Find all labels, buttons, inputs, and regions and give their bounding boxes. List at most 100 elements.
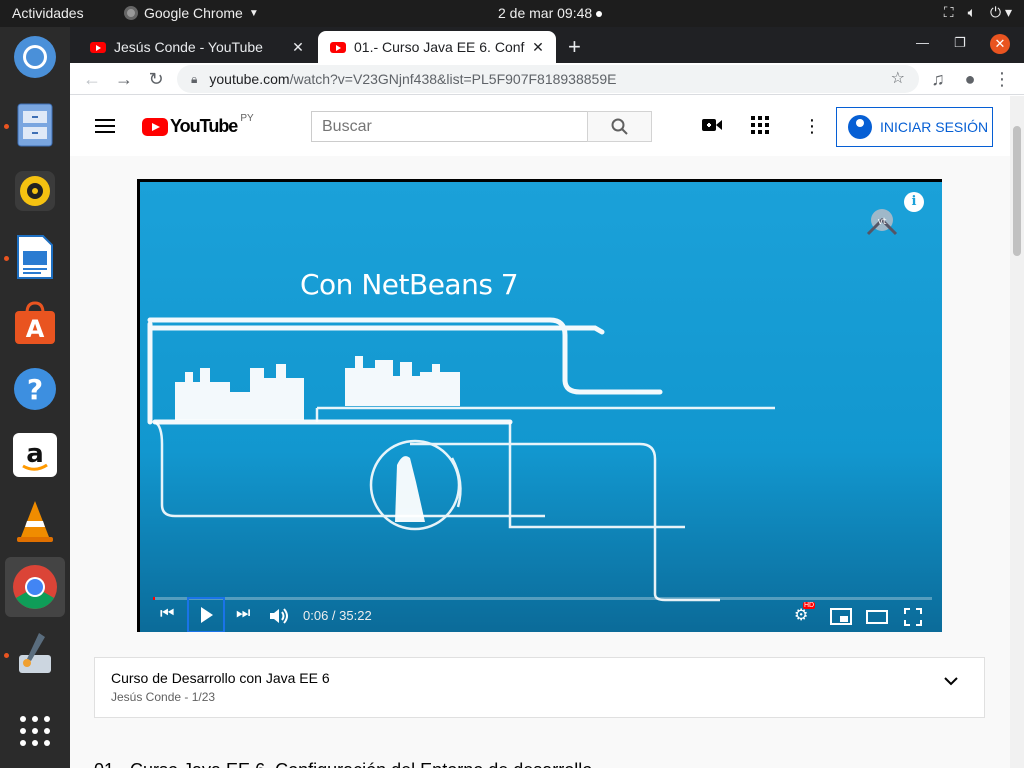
help-launcher[interactable]: ? (11, 365, 59, 413)
volume-icon[interactable] (268, 606, 290, 626)
next-icon[interactable]: ⏭︎ (236, 605, 250, 623)
chrome-launcher[interactable] (5, 557, 65, 617)
chevron-down-icon[interactable] (944, 676, 958, 686)
traffic-cone-icon (17, 501, 53, 542)
play-button[interactable] (187, 597, 225, 632)
tab-strip: Jesús Conde - YouTube ✕ 01.- Curso Java … (70, 27, 1024, 63)
app-menu[interactable]: Google Chrome ▼ (124, 5, 259, 21)
close-tab-icon[interactable]: ✕ (528, 39, 548, 56)
tab-title: 01.- Curso Java EE 6. Conf (354, 39, 525, 55)
apps-grid-icon[interactable] (751, 116, 769, 139)
progress-bar[interactable] (153, 597, 932, 600)
speaker-icon (15, 171, 55, 211)
help-icon: ? (14, 368, 56, 410)
document-icon (17, 235, 53, 279)
video-artwork (147, 317, 775, 602)
chrome-window: Jesús Conde - YouTube ✕ 01.- Curso Java … (70, 27, 1024, 768)
gimp-launcher[interactable] (11, 629, 59, 677)
hamburger-menu-icon[interactable] (95, 119, 115, 137)
shopping-bag-icon: A (15, 301, 55, 344)
theater-mode-icon[interactable] (866, 609, 888, 625)
playlist-title: Curso de Desarrollo con Java EE 6 (111, 670, 330, 686)
play-icon (201, 607, 213, 623)
running-indicator (4, 653, 9, 658)
url-host: youtube.com (209, 71, 290, 87)
fullscreen-icon[interactable] (904, 608, 922, 626)
rhythmbox-launcher[interactable] (11, 167, 59, 215)
amazon-icon: a (13, 433, 57, 477)
running-indicator (4, 256, 9, 261)
previous-icon[interactable]: ⏮︎ (160, 605, 174, 623)
svg-text:vt: vt (878, 217, 887, 227)
country-code: PY (240, 113, 254, 124)
sign-in-label: INICIAR SESIÓN (880, 119, 989, 135)
tab-title: Jesús Conde - YouTube (114, 39, 263, 55)
svg-text:?: ? (27, 373, 43, 406)
chrome-app-icon (124, 6, 138, 20)
notification-dot (596, 11, 603, 18)
url-path: /watch?v=V23GNjnf438&list=PL5F907F818938… (289, 71, 617, 87)
chromium-launcher[interactable] (11, 33, 59, 81)
video-title: 01.- Curso Java EE 6. Configuración del … (94, 760, 592, 768)
maximize-button[interactable]: ❐ (954, 35, 966, 51)
reload-button[interactable]: ↻ (144, 67, 168, 91)
channel-watermark-icon: vt (866, 209, 898, 236)
dock: A ? a (0, 27, 70, 768)
vlc-launcher[interactable] (11, 497, 59, 545)
settings-gear-icon[interactable]: ⚙ HD (794, 602, 816, 625)
clock-label: 2 de mar 09:48 (498, 5, 593, 21)
miniplayer-icon[interactable] (830, 608, 852, 626)
search-input[interactable] (311, 111, 588, 142)
back-button[interactable]: ← (80, 67, 104, 91)
minimize-button[interactable]: — (916, 35, 929, 50)
video-player[interactable]: Con NetBeans 7 vt i ⏮︎ ⏭︎ 0:06 / 35:22 ⚙… (137, 179, 942, 632)
files-launcher[interactable] (11, 101, 59, 149)
video-title-overlay: Con NetBeans 7 (300, 268, 519, 301)
system-tray[interactable]: ⛶ 🔈︎ ⏻ ▾ (944, 4, 1012, 21)
show-applications-button[interactable] (11, 707, 59, 755)
app-menu-label: Google Chrome (144, 5, 243, 21)
youtube-header: YouTube PY ⋮ INICIAR SESIÓN (70, 96, 1010, 156)
search-icon (611, 118, 628, 135)
amazon-launcher[interactable]: a (11, 431, 59, 479)
close-window-button[interactable]: ✕ (990, 34, 1010, 54)
player-controls: ⏮︎ ⏭︎ 0:06 / 35:22 ⚙ HD (140, 597, 942, 632)
settings-kebab-icon[interactable]: ⋮ (803, 116, 821, 137)
writer-launcher[interactable] (11, 233, 59, 281)
volume-icon: 🔈︎ (967, 4, 976, 20)
menu-kebab-icon[interactable]: ⋮ (990, 67, 1014, 91)
power-icon: ⏻ ▾ (990, 4, 1012, 20)
chromium-icon (14, 36, 56, 78)
app-grid-icon (20, 716, 50, 746)
scrollbar-thumb[interactable] (1013, 126, 1021, 256)
bookmark-star-icon[interactable]: ☆ (891, 68, 905, 88)
file-cabinet-icon (17, 103, 53, 147)
logo-text: YouTube (170, 116, 238, 136)
profile-icon[interactable]: ● (958, 67, 982, 91)
sign-in-button[interactable]: INICIAR SESIÓN (836, 107, 993, 147)
youtube-play-icon (142, 117, 168, 136)
clock[interactable]: 2 de mar 09:48 (498, 5, 603, 21)
activities-button[interactable]: Actividades (12, 5, 84, 21)
create-video-icon[interactable] (702, 116, 722, 137)
tab-jesus-conde[interactable]: Jesús Conde - YouTube ✕ (78, 31, 316, 63)
software-launcher[interactable]: A (11, 299, 59, 347)
playlist-subtitle: Jesús Conde - 1/23 (111, 690, 216, 704)
info-icon[interactable]: i (904, 192, 924, 212)
tab-curso-java[interactable]: 01.- Curso Java EE 6. Conf ✕ (318, 31, 556, 63)
video-frame[interactable]: Con NetBeans 7 vt i ⏮︎ ⏭︎ 0:06 / 35:22 ⚙… (140, 182, 942, 632)
youtube-favicon-icon (90, 41, 106, 53)
search-button[interactable] (587, 111, 652, 142)
media-control-icon[interactable]: ♫ (926, 67, 950, 91)
new-tab-button[interactable]: + (568, 34, 581, 60)
gnome-top-bar: Actividades Google Chrome ▼ 2 de mar 09:… (0, 0, 1024, 27)
chrome-icon (13, 565, 57, 609)
youtube-logo[interactable]: YouTube PY (142, 113, 254, 137)
page-scrollbar[interactable] (1010, 96, 1024, 768)
forward-button[interactable]: → (112, 67, 136, 91)
paintbrush-icon (19, 633, 51, 673)
youtube-favicon-icon (330, 41, 346, 53)
playlist-panel[interactable]: Curso de Desarrollo con Java EE 6 Jesús … (94, 657, 985, 718)
close-tab-icon[interactable]: ✕ (288, 39, 308, 56)
address-bar[interactable]: 🔒︎ youtube.com/watch?v=V23GNjnf438&list=… (177, 65, 919, 93)
